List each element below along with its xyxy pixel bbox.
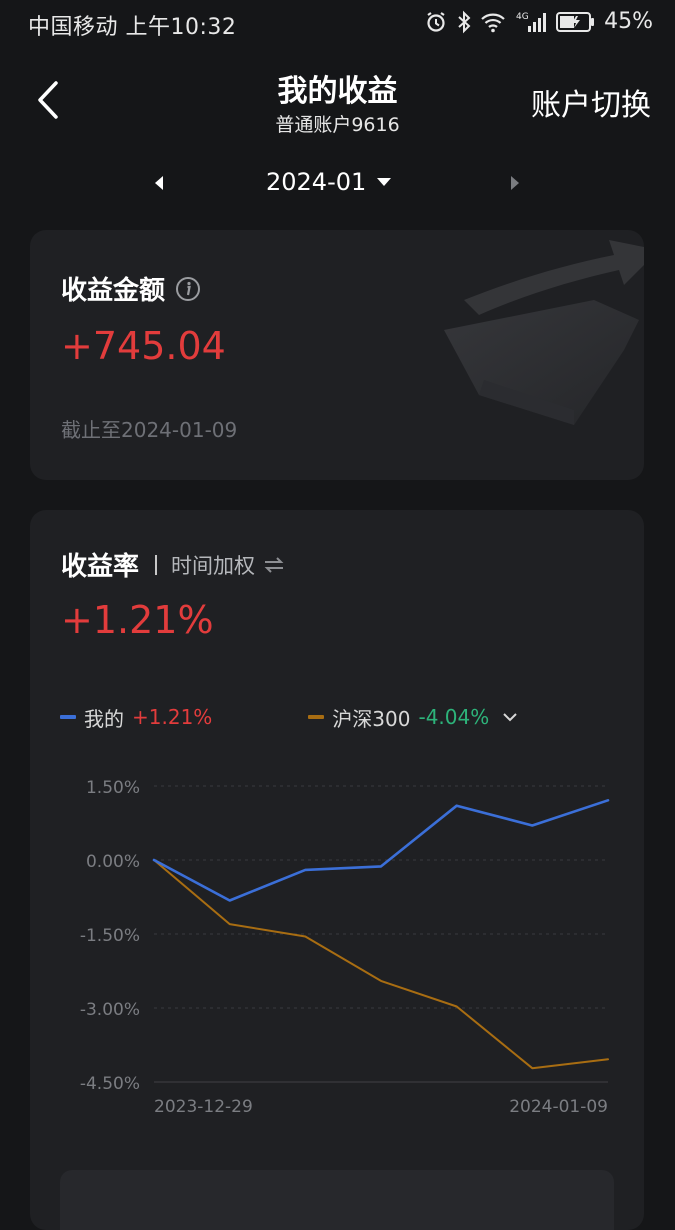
legend-item-benchmark[interactable]: 沪深300 -4.04% [308,703,519,732]
cellular-signal-icon: 4G [514,10,548,34]
account-switch-button[interactable]: 账户切换 [531,80,651,124]
legend-value-benchmark: -4.04% [418,705,490,729]
legend-swatch-benchmark [308,715,325,719]
y-tick-label: -1.50% [80,926,140,946]
caret-down-icon [377,178,392,186]
previous-month-button[interactable] [150,172,168,194]
legend-name-mine: 我的 [84,706,124,731]
rate-mode-label: 时间加权 [171,553,256,578]
status-icons: 4G 45% [424,9,653,34]
month-selector: 2024-01 [0,160,675,206]
legend-value-mine: +1.21% [132,705,213,729]
y-tick-label: 0.00% [86,852,140,872]
status-carrier-time: 中国移动 上午10:32 [28,15,237,40]
rate-header: 收益率 时间加权 [61,546,285,583]
legend-name-benchmark: 沪深300 [332,706,411,731]
income-card: 收益金额 +745.04 截止至2024-01-09 [30,230,644,480]
info-icon[interactable] [175,276,201,302]
series-line-mine [152,798,610,902]
divider [155,554,158,575]
month-value: 2024-01 [266,168,367,196]
bottom-panel [60,1170,614,1230]
income-amount: +745.04 [61,324,226,368]
series-line-benchmark [153,859,609,1070]
swap-icon [264,556,284,573]
rate-title: 收益率 [61,552,140,582]
battery-percent: 45% [604,9,653,34]
top-navigation: 我的收益 普通账户9616 账户切换 [0,56,675,146]
income-label-row: 收益金额 [61,270,201,307]
legend-swatch-mine [60,715,76,719]
growth-chart-illustration [444,240,644,425]
as-of-date: 截止至2024-01-09 [61,418,238,442]
caret-left-icon [155,176,163,190]
next-month-button[interactable] [505,172,523,194]
x-tick-label: 2024-01-09 [509,1097,608,1117]
x-tick-label: 2023-12-29 [154,1097,253,1117]
income-label: 收益金额 [61,276,166,306]
caret-right-icon [511,176,519,190]
status-bar: 中国移动 上午10:32 4G 45% [0,0,675,46]
y-tick-label: -3.00% [80,1000,140,1020]
rate-mode-toggle[interactable]: 时间加权 [171,550,285,580]
return-rate-line-chart: 1.50% 0.00% -1.50% -3.00% -4.50% 2023-12-29 20… [80,778,610,1117]
chevron-down-icon[interactable] [501,711,519,723]
y-tick-label: -4.50% [80,1074,140,1094]
svg-text:4G: 4G [516,12,529,22]
bluetooth-icon [456,10,472,34]
y-tick-label: 1.50% [86,778,140,798]
battery-icon [556,11,596,33]
wifi-icon [480,11,506,33]
chart-legend: 我的 +1.21% 沪深300 -4.04% [60,702,620,732]
alarm-icon [424,10,448,34]
rate-value: +1.21% [61,598,214,642]
legend-item-mine: 我的 +1.21% [60,703,212,732]
return-rate-card: 收益率 时间加权 +1.21% 我的 +1.21% 沪深300 -4.04% 1… [30,510,644,1230]
month-dropdown[interactable]: 2024-01 [266,168,392,196]
